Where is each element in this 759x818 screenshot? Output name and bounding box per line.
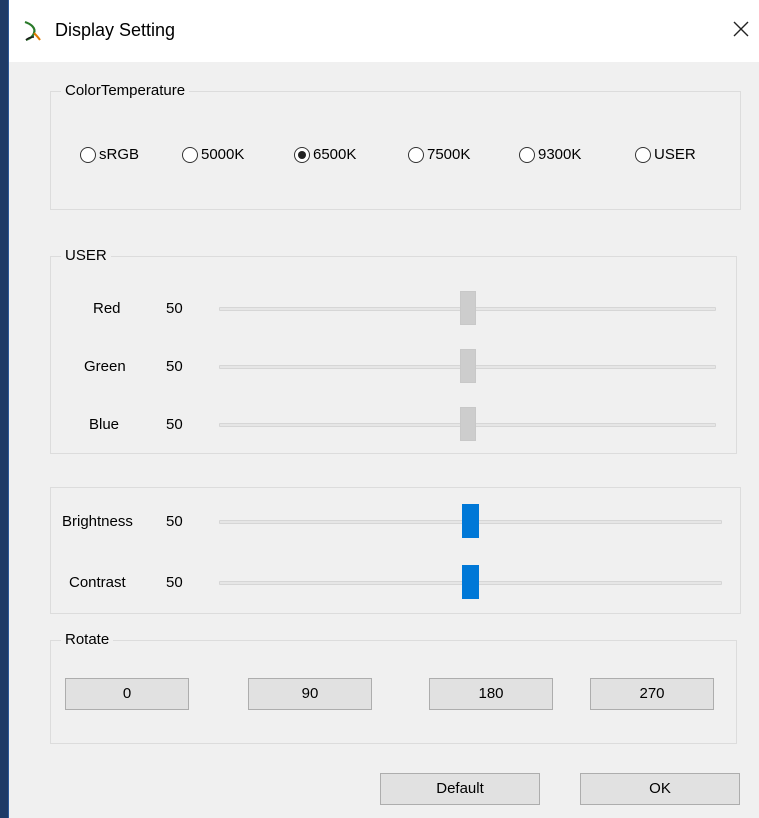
brightness-label: Brightness <box>62 513 133 530</box>
radio-srgb[interactable]: sRGB <box>80 146 139 163</box>
radio-6500k[interactable]: 6500K <box>294 146 356 163</box>
rotate-0-button[interactable]: 0 <box>65 678 189 710</box>
radio-5000k-circle <box>182 146 198 163</box>
app-logo-icon <box>24 20 41 42</box>
user-color-group: USER Red 50 Green 50 Blue 50 <box>50 247 737 454</box>
rotate-90-button[interactable]: 90 <box>248 678 372 710</box>
red-slider-thumb[interactable] <box>460 291 476 325</box>
rotate-180-button[interactable]: 180 <box>429 678 553 710</box>
display-setting-window: Display Setting ColorTemperature sRGB 50… <box>8 0 759 818</box>
green-slider-thumb[interactable] <box>460 349 476 383</box>
radio-7500k-label: 7500K <box>427 146 471 163</box>
user-group-label: USER <box>61 247 111 265</box>
radio-6500k-label: 6500K <box>313 146 357 163</box>
contrast-label: Contrast <box>69 574 126 591</box>
blue-slider-thumb[interactable] <box>460 407 476 441</box>
radio-user-circle <box>635 146 651 163</box>
brightness-contrast-group: Brightness 50 Contrast 50 <box>50 487 741 614</box>
color-temperature-label: ColorTemperature <box>61 82 190 100</box>
green-label: Green <box>84 358 126 375</box>
rotate-label: Rotate <box>61 631 114 649</box>
color-temperature-group: ColorTemperature sRGB 5000K 6500K 7500K … <box>50 82 741 210</box>
green-value: 50 <box>166 358 183 375</box>
radio-5000k-label: 5000K <box>201 146 245 163</box>
radio-srgb-label: sRGB <box>99 146 140 163</box>
radio-user-label: USER <box>654 146 696 163</box>
radio-7500k-circle <box>408 146 424 163</box>
radio-7500k[interactable]: 7500K <box>408 146 470 163</box>
window-title: Display Setting <box>55 20 176 40</box>
brightness-value: 50 <box>166 513 183 530</box>
red-label: Red <box>93 300 121 317</box>
radio-6500k-circle <box>294 146 310 163</box>
title-bar: Display Setting <box>9 0 759 62</box>
dialog-body: ColorTemperature sRGB 5000K 6500K 7500K … <box>9 62 759 818</box>
radio-srgb-circle <box>80 146 96 163</box>
radio-5000k[interactable]: 5000K <box>182 146 244 163</box>
radio-9300k[interactable]: 9300K <box>519 146 581 163</box>
radio-user[interactable]: USER <box>635 146 696 163</box>
ok-button[interactable]: OK <box>580 773 740 805</box>
blue-value: 50 <box>166 416 183 433</box>
radio-9300k-label: 9300K <box>538 146 582 163</box>
radio-9300k-circle <box>519 146 535 163</box>
rotate-270-button[interactable]: 270 <box>590 678 714 710</box>
brightness-slider-thumb[interactable] <box>462 504 479 538</box>
blue-label: Blue <box>89 416 120 433</box>
rotate-group: Rotate 0 90 180 270 <box>50 631 737 744</box>
red-value: 50 <box>166 300 183 317</box>
contrast-slider-thumb[interactable] <box>462 565 479 599</box>
default-button[interactable]: Default <box>380 773 540 805</box>
contrast-value: 50 <box>166 574 183 591</box>
close-icon[interactable] <box>728 16 754 42</box>
